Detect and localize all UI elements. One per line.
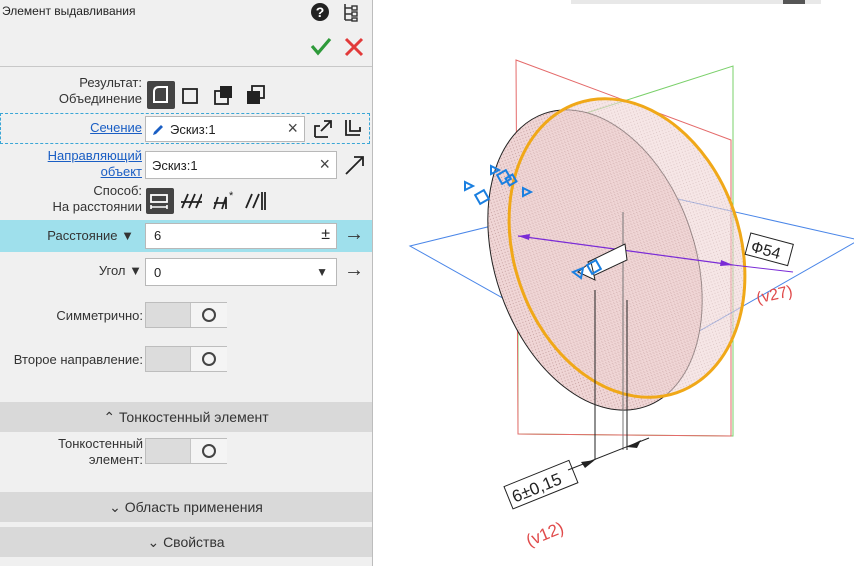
direction-arrow-icon[interactable] [343, 153, 365, 175]
panel-header: Элемент выдавливания ? [0, 0, 372, 66]
method-label: Способ: На расстоянии [52, 183, 142, 214]
angle-value: 0 [154, 265, 162, 280]
model-view: Ф54 (v27) 6±0,15 (v12) [408, 0, 854, 550]
help-icon[interactable]: ? [310, 2, 330, 22]
properties-panel: Элемент выдавливания ? Результат: Объеди… [0, 0, 373, 566]
thin-wall-label: Тонкостенный элемент: [58, 436, 143, 467]
svg-text:*: * [229, 190, 234, 202]
section-link[interactable]: Сечение [90, 120, 142, 136]
to-vertex-icon[interactable]: * [212, 189, 234, 211]
second-direction-toggle[interactable] [145, 346, 227, 372]
diameter-label: Ф54 [749, 239, 782, 263]
sketch-select-icon[interactable] [312, 117, 334, 139]
angle-label[interactable]: Угол ▼ [99, 263, 142, 279]
model-viewport[interactable]: Ф54 (v27) 6±0,15 (v12) [373, 0, 854, 566]
chevron-up-icon: ⌃ [103, 409, 116, 425]
clear-icon[interactable]: × [287, 118, 298, 139]
through-all-icon[interactable] [180, 190, 202, 212]
angle-field[interactable]: 0 ▼ [145, 258, 337, 286]
guide-object-field[interactable]: Эскиз:1 × [145, 151, 337, 179]
header-separator [0, 66, 372, 67]
result-label: Результат: Объединение [58, 75, 142, 106]
v12-label: (v12) [523, 518, 566, 550]
scope-section-header[interactable]: ⌄ Область применения [0, 492, 372, 522]
thin-wall-toggle[interactable] [145, 438, 227, 464]
to-surface-icon[interactable] [244, 190, 266, 212]
cancel-x-icon[interactable] [344, 37, 364, 57]
subtract-icon[interactable] [212, 84, 234, 106]
dimension-label: 6±0,15 [509, 469, 564, 506]
distance-value: 6 [154, 228, 162, 243]
distance-direction-arrow-icon[interactable]: → [344, 223, 364, 246]
intersect-icon[interactable] [244, 84, 266, 106]
pencil-icon [153, 125, 163, 135]
section-value: Эскиз:1 [170, 122, 216, 137]
v27-label: (v27) [755, 283, 794, 307]
panel-title: Элемент выдавливания [2, 4, 136, 18]
union-icon [153, 86, 168, 103]
confirm-check-icon[interactable] [310, 36, 332, 56]
to-distance-button[interactable] [146, 188, 174, 214]
symmetric-toggle[interactable] [145, 302, 227, 328]
union-mode-button[interactable] [147, 81, 175, 109]
chevron-down-icon: ⌄ [147, 534, 160, 550]
distance-label[interactable]: Расстояние ▼ [47, 228, 134, 244]
guide-object-link[interactable]: Направляющий объект [48, 148, 142, 180]
svg-text:?: ? [316, 4, 325, 20]
distance-icon [150, 194, 168, 209]
guide-object-value: Эскиз:1 [152, 158, 198, 173]
new-body-icon[interactable] [180, 86, 202, 108]
second-direction-label: Второе направление: [13, 352, 143, 367]
section-field[interactable]: Эскиз:1 × [145, 116, 305, 142]
angle-direction-arrow-icon[interactable]: → [344, 259, 364, 282]
clear-icon[interactable]: × [319, 154, 330, 175]
chevron-down-icon[interactable]: ▼ [316, 265, 328, 279]
properties-section-header[interactable]: ⌄ Свойства [0, 527, 372, 557]
dropdown-icon: ▼ [121, 228, 134, 243]
chevron-down-icon: ⌄ [109, 499, 121, 515]
distance-field[interactable]: 6 ± [145, 223, 337, 249]
sketch-edit-icon[interactable] [342, 117, 364, 139]
tolerance-icon[interactable]: ± [321, 226, 330, 244]
symmetric-label: Симметрично: [56, 308, 143, 323]
tree-icon[interactable] [342, 2, 360, 22]
thin-wall-section-header[interactable]: ⌃ Тонкостенный элемент [0, 402, 372, 432]
dropdown-icon: ▼ [129, 263, 142, 278]
